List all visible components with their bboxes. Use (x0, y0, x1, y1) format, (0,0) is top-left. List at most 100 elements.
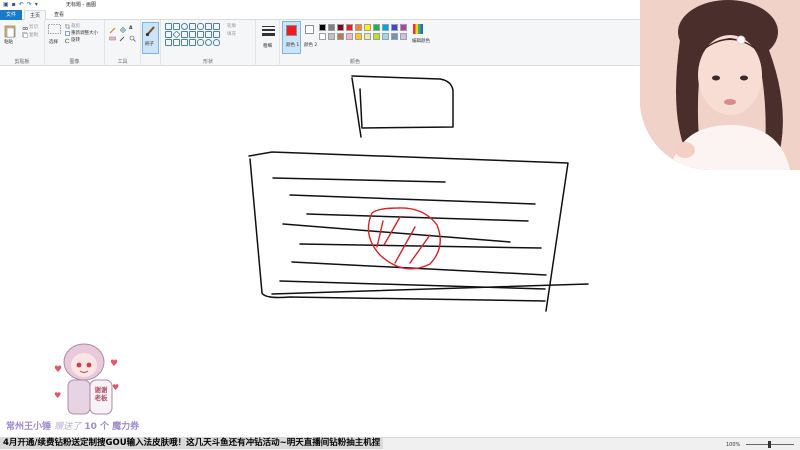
shape-rounded-rect-icon[interactable] (197, 23, 204, 30)
tab-file[interactable]: 文件 (0, 10, 22, 20)
colors-group: 颜色 1 颜色 2 编辑颜色 颜色 (280, 20, 430, 66)
shape-oval-icon[interactable] (181, 23, 188, 30)
resize-label[interactable]: 重新调整大小 (71, 30, 98, 36)
cut-label[interactable]: 剪切 (29, 24, 38, 30)
palette-color-swatch[interactable] (319, 24, 326, 31)
size-lines-icon[interactable] (262, 25, 275, 38)
sketch-line-3 (306, 213, 529, 222)
tab-home[interactable]: 主页 (24, 10, 46, 20)
shapes-group: 轮廓 填充 形状 (161, 20, 256, 66)
shape-callout-oval-icon[interactable] (205, 39, 212, 46)
palette-color-swatch[interactable] (364, 33, 371, 40)
redo-icon[interactable]: ↷ (27, 1, 32, 9)
tools-group-label: 工具 (117, 59, 128, 65)
sketch-line-1 (272, 177, 446, 183)
zoom-slider-thumb[interactable] (768, 441, 771, 448)
paste-icon[interactable] (4, 24, 16, 38)
palette-color-swatch[interactable] (400, 24, 407, 31)
select-label[interactable]: 选择 (49, 39, 58, 45)
svg-text:♥: ♥ (54, 391, 61, 400)
cut-icon[interactable] (22, 24, 28, 30)
tab-view[interactable]: 查看 (48, 10, 70, 20)
shape-pentagon-icon[interactable] (181, 31, 188, 38)
fill-label[interactable]: 填充 (227, 31, 236, 37)
shape-star5-icon[interactable] (181, 39, 188, 46)
color2-label[interactable]: 颜色 2 (304, 42, 317, 48)
shape-hexagon-icon[interactable] (189, 31, 196, 38)
color2-swatch[interactable] (305, 25, 314, 34)
fill-bucket-icon[interactable] (119, 27, 126, 34)
text-tool-icon[interactable]: A (129, 26, 132, 31)
undo-icon[interactable]: ↶ (19, 1, 24, 9)
palette-color-swatch[interactable] (355, 24, 362, 31)
shape-cloud-icon[interactable] (213, 39, 220, 46)
clipboard-group: 粘贴 剪切 复制 剪贴板 (0, 20, 45, 66)
shape-star6-icon[interactable] (189, 39, 196, 46)
outline-label[interactable]: 轮廓 (227, 23, 236, 29)
color-picker-icon[interactable] (119, 35, 126, 42)
image-group-label: 图像 (69, 59, 80, 65)
edit-colors-icon[interactable] (413, 24, 423, 34)
crop-icon[interactable] (65, 24, 70, 29)
svg-text:♥: ♥ (110, 359, 118, 369)
shape-arrow-left-icon[interactable] (205, 31, 212, 38)
gift-verb: 赠送了 (54, 422, 82, 432)
palette-color-swatch[interactable] (373, 24, 380, 31)
save-icon[interactable]: ▪ (12, 1, 16, 9)
rotate-label[interactable]: 旋转 (71, 37, 80, 43)
shape-arrow-right-icon[interactable] (197, 31, 204, 38)
palette-color-swatch[interactable] (382, 24, 389, 31)
palette-color-swatch[interactable] (364, 24, 371, 31)
copy-icon[interactable] (22, 32, 28, 38)
palette-color-swatch[interactable] (328, 33, 335, 40)
shape-rectangle-icon[interactable] (189, 23, 196, 30)
palette-color-swatch[interactable] (346, 24, 353, 31)
eraser-icon[interactable] (109, 35, 116, 42)
palette-color-swatch[interactable] (337, 33, 344, 40)
sketch-large-box (248, 151, 589, 312)
shape-right-triangle-icon[interactable] (165, 31, 172, 38)
palette-color-swatch[interactable] (319, 33, 326, 40)
shape-arrow-up-icon[interactable] (213, 31, 220, 38)
quick-access-toolbar: ▣ ▪ ↶ ↷ ▾ (3, 1, 38, 9)
stream-marquee: 4月开通/续费钻粉送定制搜GOU输入法皮肤哦！这几天斗鱼还有冲钻活动~明天直播间… (0, 437, 384, 449)
select-icon[interactable] (48, 24, 61, 36)
edit-colors-label[interactable]: 编辑颜色 (412, 38, 430, 44)
shape-curve-icon[interactable] (173, 23, 180, 30)
chibi-girl-icon: ♥ ♥ ♥ ♥ (54, 343, 119, 415)
sketch-line-2 (289, 194, 536, 205)
gift-notification: 常州王小锤 赠送了 10 个 魔力券 (6, 419, 139, 432)
shape-line-icon[interactable] (165, 23, 172, 30)
paste-label: 粘贴 (4, 40, 13, 45)
rotate-icon[interactable] (65, 38, 70, 43)
red-hatch-1 (376, 220, 384, 248)
shape-triangle-icon[interactable] (213, 23, 220, 30)
palette-color-swatch[interactable] (373, 33, 380, 40)
shape-star4-icon[interactable] (173, 39, 180, 46)
shape-diamond-icon[interactable] (172, 30, 181, 39)
sticker-text: 谢谢老板 (94, 386, 108, 402)
palette-color-swatch[interactable] (355, 33, 362, 40)
palette-color-swatch[interactable] (391, 24, 398, 31)
brushes-group: 刷子 (141, 20, 161, 66)
palette-color-swatch[interactable] (391, 33, 398, 40)
streamer-portrait-icon (640, 0, 800, 170)
svg-text:♥: ♥ (112, 383, 119, 392)
palette-color-swatch[interactable] (328, 24, 335, 31)
size-label[interactable]: 粗细 (263, 43, 272, 49)
image-group: 选择 裁剪 重新调整大小 旋转 图像 (45, 20, 105, 66)
shape-callout-rect-icon[interactable] (197, 39, 204, 46)
shape-arrow-down-icon[interactable] (165, 39, 172, 46)
shape-polygon-icon[interactable] (205, 23, 212, 30)
palette-color-swatch[interactable] (346, 33, 353, 40)
crop-label[interactable]: 裁剪 (71, 23, 80, 29)
palette-color-swatch[interactable] (382, 33, 389, 40)
copy-label[interactable]: 复制 (29, 32, 38, 38)
paint-window: ▣ ▪ ↶ ↷ ▾ 无标题 - 画图 — □ ✕ 文件 主页 查看 粘贴 (0, 0, 800, 450)
pencil-icon[interactable] (109, 27, 116, 34)
magnifier-icon[interactable] (129, 35, 136, 42)
palette-color-swatch[interactable] (400, 33, 407, 40)
palette-color-swatch[interactable] (337, 24, 344, 31)
customize-icon[interactable]: ▾ (35, 1, 38, 9)
resize-icon[interactable] (65, 31, 70, 36)
